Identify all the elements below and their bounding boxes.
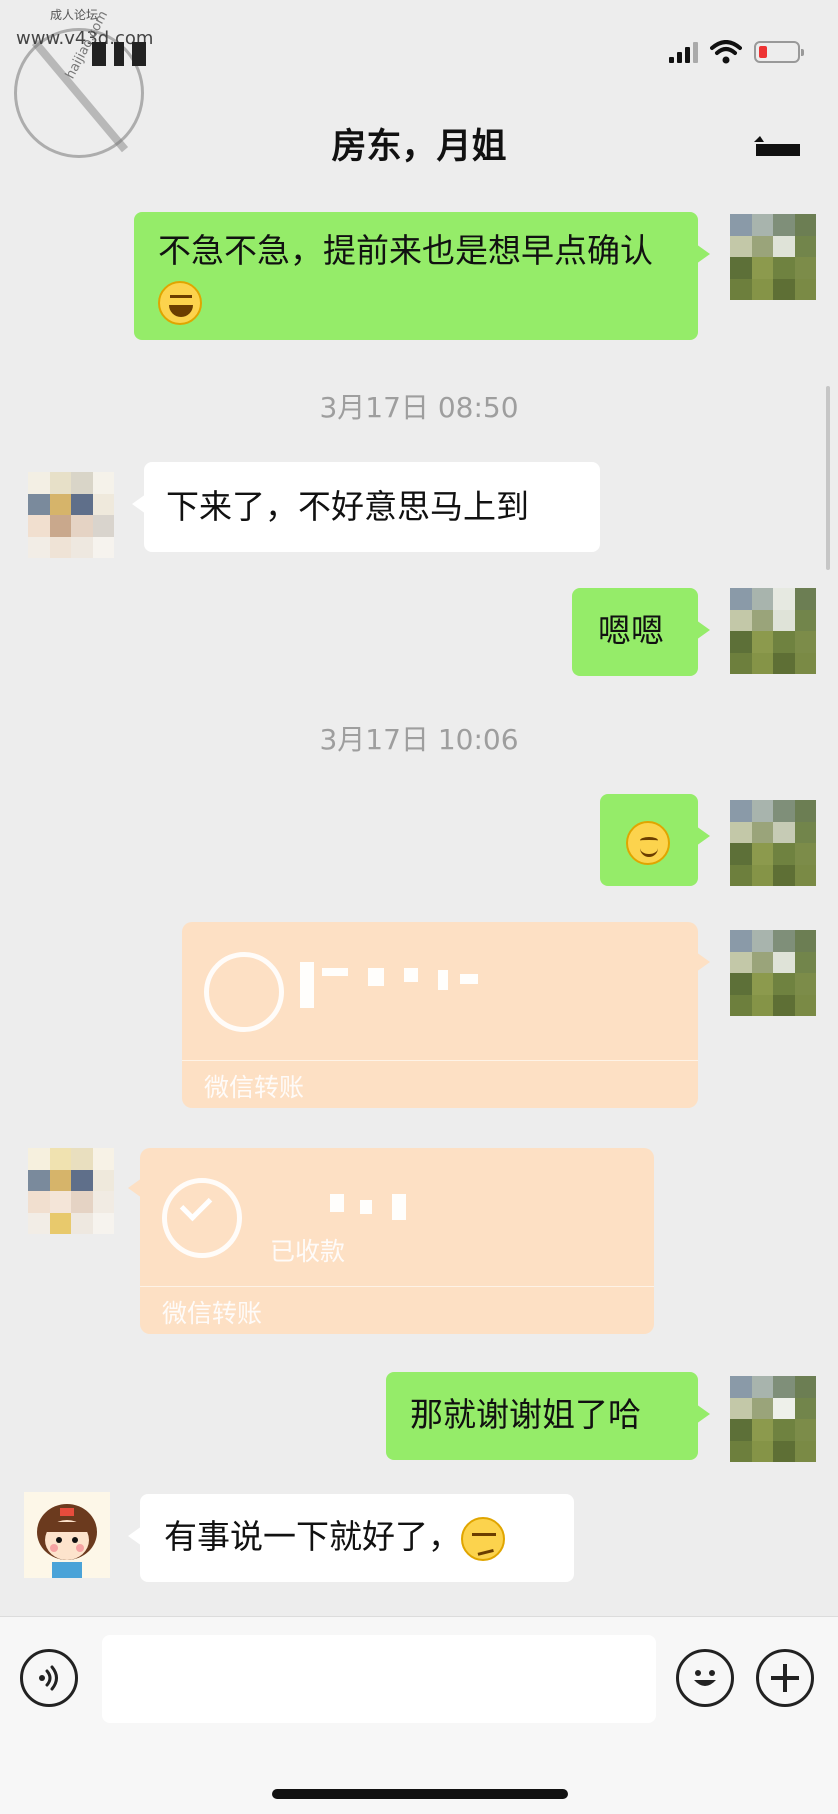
status-icons — [669, 40, 804, 64]
transfer-status: 已收款 — [270, 1237, 346, 1266]
chat-header: 房东，月姐 — [0, 100, 838, 186]
battery-icon — [754, 41, 804, 63]
voice-button[interactable] — [20, 1649, 78, 1707]
signal-icon — [669, 41, 698, 63]
message-bubble-sent[interactable]: 那就谢谢姐了哈 — [386, 1372, 710, 1460]
status-time-obscured — [92, 38, 156, 70]
laughing-crying-emoji-icon — [158, 280, 202, 325]
timestamp: 3月17日 08:50 — [319, 391, 519, 424]
plus-icon — [771, 1664, 799, 1692]
wechat-transfer-card-received[interactable]: 已收款 微信转账 — [128, 1148, 654, 1334]
plus-button[interactable] — [756, 1649, 814, 1707]
home-indicator[interactable] — [272, 1789, 568, 1799]
transfer-received-icon — [162, 1178, 242, 1258]
transfer-icon — [204, 952, 284, 1032]
message-text: 那就谢谢姐了哈 — [410, 1395, 641, 1434]
message-text: 下来了，不好意思马上到 — [166, 487, 529, 526]
emoji-button[interactable] — [676, 1649, 734, 1707]
chat-messages: 不急不急，提前来也是想早点确认 3月17日 08:50 下来了，不好意思马上到 … — [0, 186, 838, 1616]
message-bubble-sent[interactable] — [600, 794, 710, 886]
message-input[interactable] — [102, 1635, 656, 1723]
message-bubble-received[interactable]: 下来了，不好意思马上到 — [132, 462, 600, 552]
wechat-transfer-card-sent[interactable]: 微信转账 — [182, 922, 710, 1108]
chat-title: 房东，月姐 — [331, 127, 507, 167]
message-bubble-sent[interactable]: 嗯嗯 — [572, 588, 710, 676]
transfer-label: 微信转账 — [162, 1299, 263, 1328]
status-bar: 成人论坛 www.v43d.com haijiao.com — [0, 0, 838, 158]
avatar-self[interactable] — [730, 930, 816, 1016]
transfer-label: 微信转账 — [204, 1073, 305, 1102]
message-bubble-received[interactable]: 有事说一下就好了， — [128, 1494, 574, 1582]
wifi-icon — [710, 40, 742, 64]
message-input-bar — [0, 1616, 838, 1814]
message-text: 不急不急，提前来也是想早点确认 — [158, 231, 653, 270]
message-text: 有事说一下就好了， — [164, 1517, 461, 1556]
smile-emoji-icon — [626, 820, 670, 865]
smirk-emoji-icon — [461, 1516, 505, 1561]
emoji-icon — [694, 1670, 716, 1686]
message-bubble-sent[interactable]: 不急不急，提前来也是想早点确认 — [134, 212, 710, 340]
avatar-self[interactable] — [730, 588, 816, 674]
avatar-self[interactable] — [730, 1376, 816, 1462]
avatar-contact-cartoon[interactable] — [24, 1492, 110, 1578]
avatar-self[interactable] — [730, 214, 816, 300]
scrollbar[interactable] — [826, 386, 830, 570]
avatar-self[interactable] — [730, 800, 816, 886]
more-options-icon[interactable] — [748, 134, 802, 158]
voice-icon — [39, 1665, 58, 1691]
timestamp: 3月17日 10:06 — [319, 723, 519, 756]
avatar-contact[interactable] — [28, 1148, 114, 1234]
avatar-contact[interactable] — [28, 472, 114, 558]
message-text: 嗯嗯 — [598, 611, 664, 650]
